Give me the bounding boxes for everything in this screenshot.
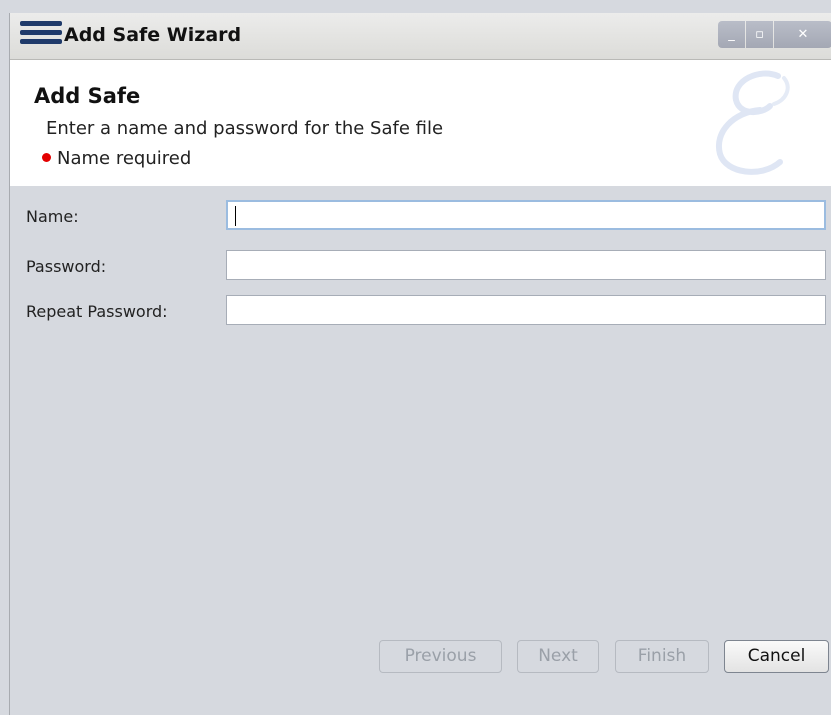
error-dot-icon bbox=[42, 153, 51, 162]
minimize-icon[interactable]: _ bbox=[718, 21, 745, 48]
app-logo-icon bbox=[20, 21, 62, 51]
add-safe-wizard-window: Add Safe Wizard _ ▫ ✕ Add Safe Enter a n… bbox=[9, 13, 831, 715]
name-row: Name: bbox=[10, 200, 831, 236]
wizard-watermark-icon bbox=[715, 70, 790, 175]
repeat-password-row: Repeat Password: bbox=[10, 295, 831, 331]
cancel-button[interactable]: Cancel bbox=[724, 640, 829, 673]
maximize-icon[interactable]: ▫ bbox=[746, 21, 773, 48]
validation-message: Name required bbox=[42, 148, 191, 169]
close-icon[interactable]: ✕ bbox=[774, 21, 831, 48]
next-button[interactable]: Next bbox=[517, 640, 599, 673]
repeat-password-label: Repeat Password: bbox=[26, 302, 168, 321]
name-field[interactable] bbox=[226, 200, 826, 230]
page-description: Enter a name and password for the Safe f… bbox=[46, 118, 444, 139]
wizard-header: Add Safe Enter a name and password for t… bbox=[10, 60, 831, 186]
window-title: Add Safe Wizard bbox=[64, 24, 242, 46]
page-title: Add Safe bbox=[34, 84, 141, 108]
validation-text: Name required bbox=[57, 148, 192, 169]
password-label: Password: bbox=[26, 257, 107, 276]
previous-button[interactable]: Previous bbox=[379, 640, 502, 673]
text-caret bbox=[235, 206, 236, 226]
title-bar[interactable]: Add Safe Wizard _ ▫ ✕ bbox=[10, 13, 831, 60]
repeat-password-field[interactable] bbox=[226, 295, 826, 325]
name-label: Name: bbox=[26, 207, 79, 226]
password-field[interactable] bbox=[226, 250, 826, 280]
password-row: Password: bbox=[10, 250, 831, 286]
finish-button[interactable]: Finish bbox=[615, 640, 709, 673]
